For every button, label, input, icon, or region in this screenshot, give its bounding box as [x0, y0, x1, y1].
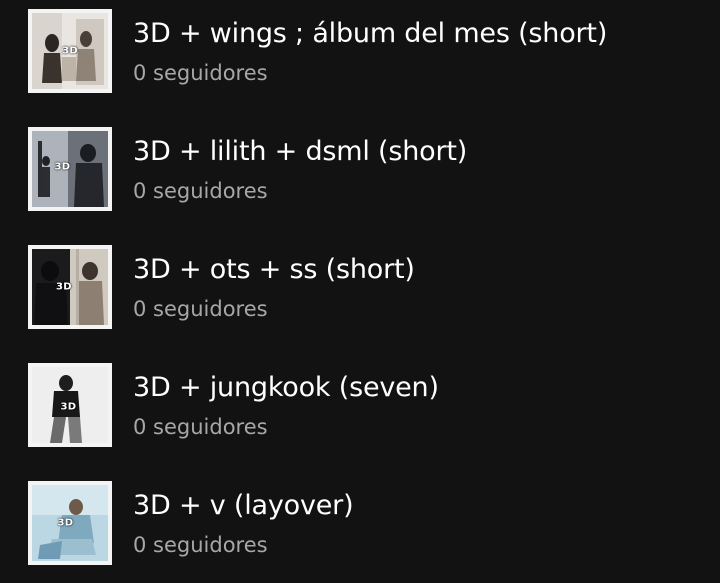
playlist-title[interactable]: 3D + jungkook (seven)	[133, 372, 439, 404]
playlist-title[interactable]: 3D + v (layover)	[133, 490, 354, 522]
playlist-row[interactable]: 3D 3D + lilith + dsml (short) 0 seguidor…	[0, 118, 720, 218]
playlist-followers: 0 seguidores	[133, 297, 268, 321]
playlist-cover[interactable]: 3D	[28, 127, 112, 211]
playlist-title[interactable]: 3D + ots + ss (short)	[133, 254, 415, 286]
cover-badge: 3D	[60, 401, 77, 413]
playlist-cover[interactable]: 3D	[28, 363, 112, 447]
playlist-cover[interactable]: 3D	[28, 245, 112, 329]
playlist-row[interactable]: 3D 3D + ots + ss (short) 0 seguidores	[0, 236, 720, 336]
playlist-cover[interactable]: 3D	[28, 481, 112, 565]
playlist-followers: 0 seguidores	[133, 179, 268, 203]
cover-badge: 3D	[55, 281, 72, 293]
playlist-row[interactable]: 3D 3D + v (layover) 0 seguidores	[0, 472, 720, 572]
cover-badge: 3D	[62, 45, 78, 57]
playlist-row[interactable]: 3D 3D + wings ; álbum del mes (short) 0 …	[0, 0, 720, 100]
playlist-title[interactable]: 3D + lilith + dsml (short)	[133, 136, 467, 168]
cover-badge: 3D	[57, 517, 74, 529]
playlist-followers: 0 seguidores	[133, 415, 268, 439]
playlist-followers: 0 seguidores	[133, 533, 268, 557]
playlist-row[interactable]: 3D 3D + jungkook (seven) 0 seguidores	[0, 354, 720, 454]
playlist-list: 3D 3D + wings ; álbum del mes (short) 0 …	[0, 0, 720, 583]
cover-badge: 3D	[54, 161, 71, 173]
playlist-cover[interactable]: 3D	[28, 9, 112, 93]
playlist-title[interactable]: 3D + wings ; álbum del mes (short)	[133, 18, 607, 50]
playlist-followers: 0 seguidores	[133, 61, 268, 85]
